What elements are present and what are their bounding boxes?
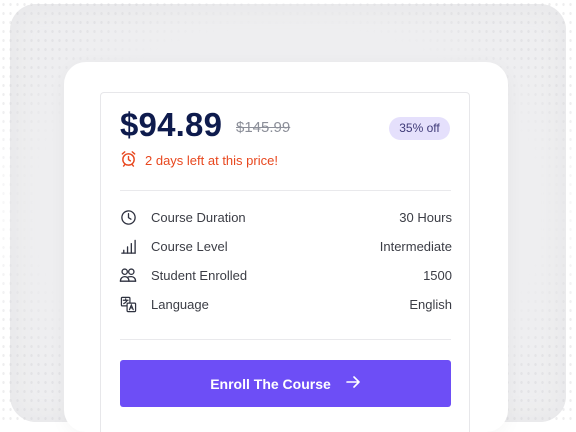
- detail-value: Intermediate: [379, 238, 452, 254]
- enroll-button-label: Enroll The Course: [210, 375, 331, 392]
- detail-label: Student Enrolled: [151, 267, 248, 283]
- alarm-clock-icon: [120, 150, 137, 170]
- original-price: $145.99: [236, 119, 291, 136]
- divider: [120, 190, 451, 191]
- detail-row-students: Student Enrolled 1500: [119, 264, 452, 286]
- detail-value: 30 Hours: [399, 209, 452, 225]
- detail-value: English: [409, 296, 452, 312]
- detail-label: Language: [151, 296, 209, 312]
- detail-label: Course Level: [151, 238, 228, 254]
- current-price: $94.89: [120, 106, 223, 143]
- divider: [120, 339, 451, 340]
- detail-value: 1500: [423, 267, 452, 283]
- detail-row-duration: Course Duration 30 Hours: [119, 206, 452, 228]
- detail-label: Course Duration: [151, 209, 246, 225]
- urgency-text: 2 days left at this price!: [145, 152, 278, 168]
- detail-row-level: Course Level Intermediate: [119, 235, 452, 257]
- detail-row-language: Language English: [119, 293, 452, 315]
- enroll-button[interactable]: Enroll The Course: [120, 360, 451, 407]
- arrow-right-icon: [345, 375, 361, 392]
- level-bars-icon: [119, 237, 137, 255]
- students-icon: [119, 266, 137, 284]
- clock-icon: [119, 208, 137, 226]
- urgency-notice: 2 days left at this price!: [120, 150, 278, 170]
- discount-badge: 35% off: [389, 117, 450, 140]
- language-icon: [119, 295, 137, 313]
